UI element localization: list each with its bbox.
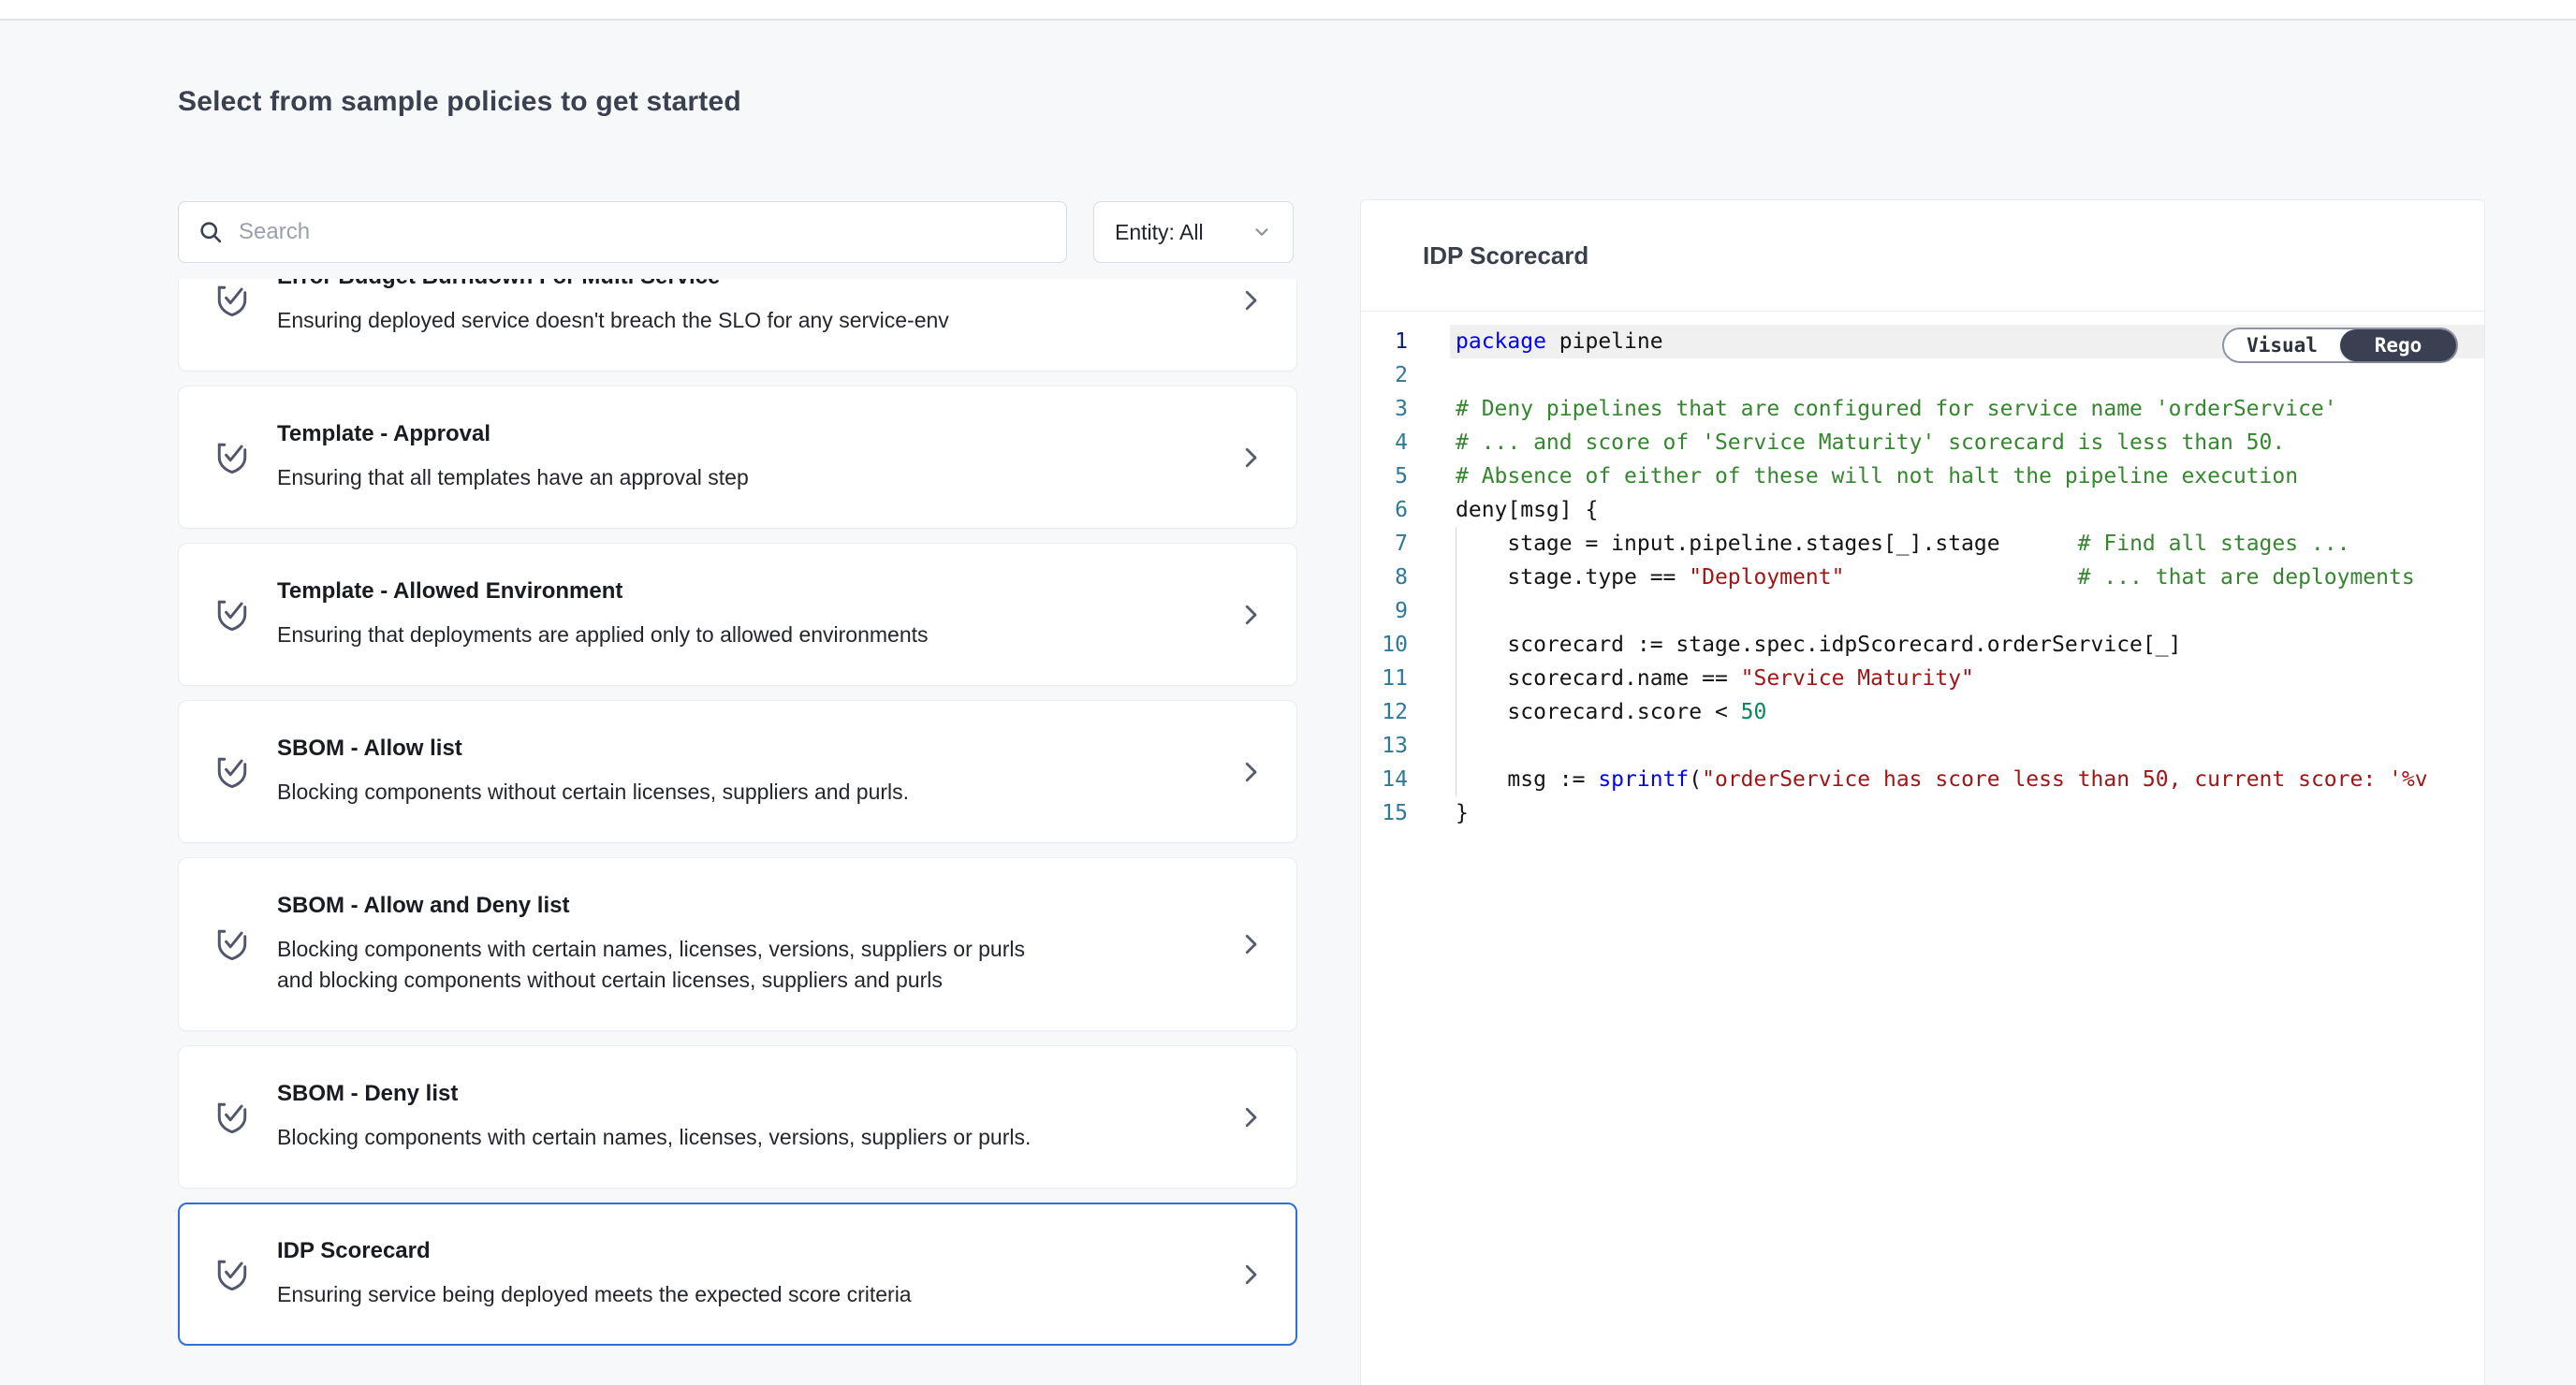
chevron-right-icon [1237, 758, 1265, 786]
line-text: msg := sprintf("orderService has score l… [1450, 763, 2484, 796]
detail-title: IDP Scorecard [1423, 241, 1588, 270]
entity-filter-dropdown[interactable]: Entity: All [1093, 201, 1294, 263]
line-number: 1 [1361, 325, 1450, 358]
code-line: 15 } [1361, 796, 2484, 830]
line-number: 14 [1361, 763, 1450, 796]
chevron-right-icon [1237, 930, 1265, 958]
line-number: 9 [1361, 594, 1450, 628]
chevron-down-icon [1251, 222, 1272, 242]
code-line: 3 # Deny pipelines that are configured f… [1361, 392, 2484, 426]
chevron-right-icon [1237, 1261, 1265, 1289]
policy-description: Ensuring that all templates have an appr… [277, 462, 1043, 493]
policy-detail-panel: IDP Scorecard 1 package pipeline 2 3 # D… [1360, 199, 2485, 1385]
view-mode-toggle: Visual Rego [2222, 328, 2458, 363]
line-number: 13 [1361, 729, 1450, 763]
policy-card[interactable]: SBOM - Deny list Blocking components wit… [178, 1045, 1297, 1188]
policy-card[interactable]: IDP Scorecard Ensuring service being dep… [178, 1203, 1297, 1346]
line-text: stage = input.pipeline.stages[_].stage #… [1450, 527, 2484, 561]
line-number: 12 [1361, 695, 1450, 729]
search-icon [198, 219, 224, 245]
policy-shield-check-icon [212, 594, 253, 635]
code-line: 12 scorecard.score < 50 [1361, 695, 2484, 729]
policy-description: Blocking components with certain names, … [277, 1122, 1043, 1153]
toggle-visual-button[interactable]: Visual [2224, 329, 2340, 361]
policy-description: Blocking components without certain lice… [277, 777, 1043, 808]
policy-description: Blocking components with certain names, … [277, 934, 1043, 996]
line-text [1450, 729, 2484, 763]
policy-shield-check-icon [212, 1097, 253, 1138]
line-text: scorecard.name == "Service Maturity" [1450, 662, 2484, 695]
policy-card[interactable]: SBOM - Allow and Deny list Blocking comp… [178, 857, 1297, 1031]
line-text: deny[msg] { [1450, 493, 2484, 527]
policy-title: SBOM - Allow and Deny list [277, 893, 1218, 919]
policy-description: Ensuring deployed service doesn't breach… [277, 305, 1043, 336]
line-number: 15 [1361, 796, 1450, 830]
code-line: 11 scorecard.name == "Service Maturity" [1361, 662, 2484, 695]
line-number: 10 [1361, 628, 1450, 662]
chevron-right-icon [1237, 601, 1265, 629]
line-number: 6 [1361, 493, 1450, 527]
policy-shield-check-icon [212, 924, 253, 965]
page-title: Select from sample policies to get start… [178, 86, 741, 118]
policy-title: SBOM - Allow list [277, 736, 1218, 762]
line-text: # Absence of either of these will not ha… [1450, 459, 2484, 493]
policy-card[interactable]: SBOM - Allow list Blocking components wi… [178, 700, 1297, 843]
policy-shield-check-icon [212, 280, 253, 321]
policy-card[interactable]: Error Budget Burndown For Multi Service … [178, 279, 1297, 372]
line-number: 2 [1361, 358, 1450, 392]
code-line: 8 stage.type == "Deployment" # ... that … [1361, 561, 2484, 594]
code-line: 9 [1361, 594, 2484, 628]
line-text: # ... and score of 'Service Maturity' sc… [1450, 426, 2484, 459]
top-bar [0, 0, 2576, 21]
line-number: 4 [1361, 426, 1450, 459]
chevron-right-icon [1237, 444, 1265, 472]
line-number: 7 [1361, 527, 1450, 561]
line-number: 3 [1361, 392, 1450, 426]
toggle-rego-button[interactable]: Rego [2340, 329, 2456, 361]
line-number: 8 [1361, 561, 1450, 594]
line-text: } [1450, 796, 2484, 830]
policy-card[interactable]: Template - Approval Ensuring that all te… [178, 386, 1297, 529]
policy-description: Ensuring that deployments are applied on… [277, 620, 1043, 650]
detail-header: IDP Scorecard [1361, 200, 2484, 312]
line-text: scorecard := stage.spec.idpScorecard.ord… [1450, 628, 2484, 662]
line-text [1450, 594, 2484, 628]
line-text: scorecard.score < 50 [1450, 695, 2484, 729]
chevron-right-icon [1237, 286, 1265, 314]
code-line: 4 # ... and score of 'Service Maturity' … [1361, 426, 2484, 459]
code-line: 2 [1361, 358, 2484, 392]
chevron-right-icon [1237, 1103, 1265, 1131]
policy-title: Template - Approval [277, 421, 1218, 447]
code-line: 14 msg := sprintf("orderService has scor… [1361, 763, 2484, 796]
code-line: 5 # Absence of either of these will not … [1361, 459, 2484, 493]
search-input[interactable] [239, 219, 1047, 245]
line-number: 5 [1361, 459, 1450, 493]
code-line: 6 deny[msg] { [1361, 493, 2484, 527]
line-text: stage.type == "Deployment" # ... that ar… [1450, 561, 2484, 594]
policy-card[interactable]: Template - Allowed Environment Ensuring … [178, 543, 1297, 686]
policy-title: Error Budget Burndown For Multi Service [277, 279, 1218, 290]
line-number: 11 [1361, 662, 1450, 695]
code-line: 13 [1361, 729, 2484, 763]
policy-list: Error Budget Burndown For Multi Service … [178, 279, 1297, 1385]
policy-shield-check-icon [212, 751, 253, 793]
entity-filter-label: Entity: All [1115, 220, 1204, 245]
line-text [1450, 358, 2484, 392]
code-line: 7 stage = input.pipeline.stages[_].stage… [1361, 527, 2484, 561]
policy-description: Ensuring service being deployed meets th… [277, 1279, 1043, 1310]
policy-title: SBOM - Deny list [277, 1081, 1218, 1107]
policy-title: IDP Scorecard [277, 1238, 1218, 1264]
policy-shield-check-icon [212, 1254, 253, 1295]
line-text: # Deny pipelines that are configured for… [1450, 392, 2484, 426]
code-lines: 1 package pipeline 2 3 # Deny pipelines … [1361, 325, 2484, 830]
code-line: 10 scorecard := stage.spec.idpScorecard.… [1361, 628, 2484, 662]
policy-shield-check-icon [212, 437, 253, 478]
policy-title: Template - Allowed Environment [277, 578, 1218, 605]
rego-code-editor[interactable]: 1 package pipeline 2 3 # Deny pipelines … [1361, 312, 2484, 830]
search-box[interactable] [178, 201, 1067, 263]
